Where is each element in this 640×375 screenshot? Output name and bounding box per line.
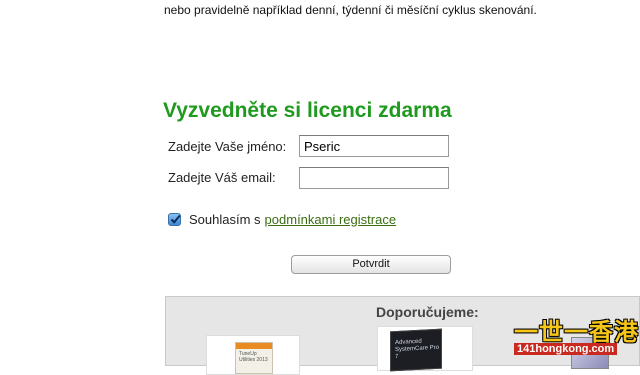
- tuneup-box-text: TuneUp Utilities 2013: [239, 351, 268, 363]
- systemcare-box-text: Advanced SystemCare Pro 7: [395, 338, 440, 361]
- checkmark-icon: [170, 214, 181, 224]
- watermark-bottom: 141hongkong.com: [514, 343, 618, 355]
- form-heading: Vyzvedněte si licenci zdarma: [163, 99, 452, 122]
- watermark-logo: 一世一香港 141hongkong.com: [500, 310, 640, 360]
- name-input[interactable]: [299, 135, 449, 157]
- intro-text: nebo pravidelně například denní, týdenní…: [164, 3, 537, 17]
- systemcare-box-icon: Advanced SystemCare Pro 7: [390, 328, 442, 372]
- email-label: Zadejte Váš email:: [168, 170, 276, 185]
- tuneup-box-icon: TuneUp Utilities 2013: [235, 342, 273, 374]
- agree-row: Souhlasím s podmínkami registrace: [168, 212, 396, 227]
- product-tuneup[interactable]: TuneUp Utilities 2013: [206, 335, 300, 375]
- email-input[interactable]: [299, 167, 449, 189]
- watermark-top: 一世一香港: [514, 319, 639, 346]
- submit-button[interactable]: Potvrdit: [291, 255, 451, 274]
- product-systemcare[interactable]: Advanced SystemCare Pro 7: [377, 326, 473, 372]
- recommend-title: Doporučujeme:: [376, 304, 479, 320]
- terms-link[interactable]: podmínkami registrace: [265, 212, 397, 227]
- agree-checkbox[interactable]: [168, 213, 181, 226]
- agree-text: Souhlasím s: [189, 212, 261, 227]
- name-label: Zadejte Vaše jméno:: [168, 139, 287, 154]
